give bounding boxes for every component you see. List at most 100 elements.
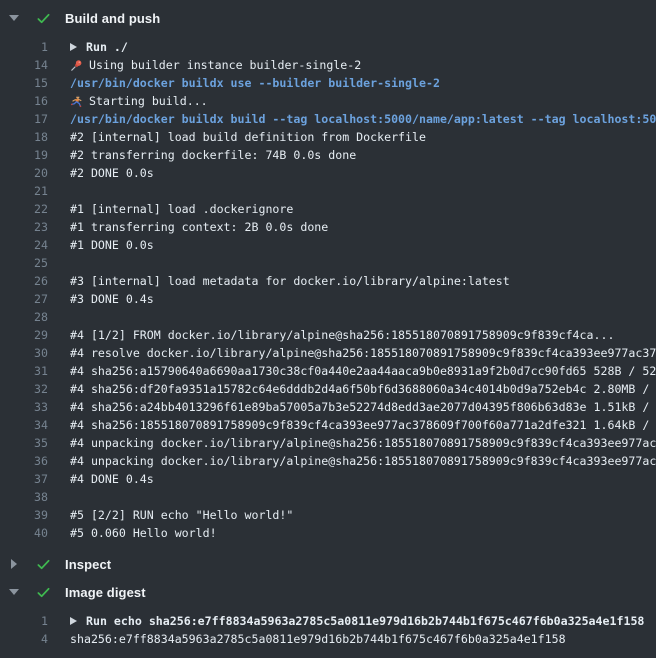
chevron-down-icon[interactable] (8, 15, 20, 21)
log-text (48, 308, 656, 326)
line-number[interactable]: 34 (0, 416, 48, 434)
log-line: 27#3 DONE 0.4s (0, 290, 656, 308)
line-number[interactable]: 38 (0, 488, 48, 506)
log-text[interactable]: Run echo sha256:e7ff8834a5963a2785c5a081… (48, 612, 656, 630)
line-number[interactable]: 19 (0, 146, 48, 164)
log-line: 34#4 sha256:185518070891758909c9f839cf4c… (0, 416, 656, 434)
log-text: Using builder instance builder-single-2 (48, 56, 656, 74)
log-text: #4 sha256:a15790640a6690aa1730c38cf0a440… (48, 362, 656, 380)
section-header-image-digest[interactable]: Image digest (0, 578, 656, 606)
line-number[interactable]: 14 (0, 56, 48, 74)
log-text (48, 488, 656, 506)
line-number[interactable]: 33 (0, 398, 48, 416)
log-line: 25 (0, 254, 656, 272)
line-number[interactable]: 1 (0, 612, 48, 630)
line-number[interactable]: 25 (0, 254, 48, 272)
log-line: 4sha256:e7ff8834a5963a2785c5a0811e979d16… (0, 630, 656, 648)
log-text: #4 resolve docker.io/library/alpine@sha2… (48, 344, 656, 362)
line-number[interactable]: 24 (0, 236, 48, 254)
step-section-build-and-push: Build and push 1Run ./14Using builder in… (0, 4, 656, 550)
log-line: 24#1 DONE 0.0s (0, 236, 656, 254)
log-text: #5 0.060 Hello world! (48, 524, 656, 542)
log-line: 17/usr/bin/docker buildx build --tag loc… (0, 110, 656, 128)
log-text: #3 DONE 0.4s (48, 290, 656, 308)
log-line: 38 (0, 488, 656, 506)
line-number[interactable]: 27 (0, 290, 48, 308)
log-text: #1 transferring context: 2B 0.0s done (48, 218, 656, 236)
log-text (48, 254, 656, 272)
line-number[interactable]: 1 (0, 38, 48, 56)
line-number[interactable]: 18 (0, 128, 48, 146)
success-check-icon (36, 585, 51, 600)
line-number[interactable]: 39 (0, 506, 48, 524)
log-line: 15/usr/bin/docker buildx use --builder b… (0, 74, 656, 92)
line-number[interactable]: 20 (0, 164, 48, 182)
log-line: 28 (0, 308, 656, 326)
log-line: 23#1 transferring context: 2B 0.0s done (0, 218, 656, 236)
line-number[interactable]: 35 (0, 434, 48, 452)
step-section-image-digest: Image digest 1Run echo sha256:e7ff8834a5… (0, 578, 656, 656)
log-line: 36#4 unpacking docker.io/library/alpine@… (0, 452, 656, 470)
log-line: 30#4 resolve docker.io/library/alpine@sh… (0, 344, 656, 362)
play-icon[interactable] (70, 43, 77, 51)
line-number[interactable]: 40 (0, 524, 48, 542)
section-title: Build and push (65, 11, 160, 26)
log-text: #4 sha256:185518070891758909c9f839cf4ca3… (48, 416, 656, 434)
log-text: #5 [2/2] RUN echo "Hello world!" (48, 506, 656, 524)
log-text: sha256:e7ff8834a5963a2785c5a0811e979d16b… (48, 630, 656, 648)
line-number[interactable]: 16 (0, 92, 48, 110)
line-number[interactable]: 31 (0, 362, 48, 380)
log-text: #4 [1/2] FROM docker.io/library/alpine@s… (48, 326, 656, 344)
log-text: #4 unpacking docker.io/library/alpine@sh… (48, 434, 656, 452)
log-text: #2 [internal] load build definition from… (48, 128, 656, 146)
log-text[interactable]: Run ./ (48, 38, 656, 56)
step-section-inspect: Inspect (0, 550, 656, 578)
section-header-inspect[interactable]: Inspect (0, 550, 656, 578)
line-number[interactable]: 15 (0, 74, 48, 92)
line-number[interactable]: 23 (0, 218, 48, 236)
log-line: 39#5 [2/2] RUN echo "Hello world!" (0, 506, 656, 524)
log-text: #3 [internal] load metadata for docker.i… (48, 272, 656, 290)
log-text: /usr/bin/docker buildx build --tag local… (48, 110, 656, 128)
success-check-icon (36, 11, 51, 26)
log-line: 22#1 [internal] load .dockerignore (0, 200, 656, 218)
line-number[interactable]: 22 (0, 200, 48, 218)
success-check-icon (36, 557, 51, 572)
line-number[interactable]: 36 (0, 452, 48, 470)
log-line: 1Run echo sha256:e7ff8834a5963a2785c5a08… (0, 612, 656, 630)
play-icon[interactable] (70, 617, 77, 625)
log-text: #4 unpacking docker.io/library/alpine@sh… (48, 452, 656, 470)
line-number[interactable]: 17 (0, 110, 48, 128)
line-number[interactable]: 28 (0, 308, 48, 326)
line-number[interactable]: 4 (0, 630, 48, 648)
log-line: 37#4 DONE 0.4s (0, 470, 656, 488)
line-number[interactable]: 26 (0, 272, 48, 290)
section-title: Image digest (65, 585, 146, 600)
line-number[interactable]: 30 (0, 344, 48, 362)
section-header-build-and-push[interactable]: Build and push (0, 4, 656, 32)
log-line: 33#4 sha256:a24bb4013296f61e89ba57005a7b… (0, 398, 656, 416)
line-number[interactable]: 37 (0, 470, 48, 488)
line-number[interactable]: 21 (0, 182, 48, 200)
log-text: #1 [internal] load .dockerignore (48, 200, 656, 218)
log-text: #4 sha256:a24bb4013296f61e89ba57005a7b3e… (48, 398, 656, 416)
line-number[interactable]: 32 (0, 380, 48, 398)
log-text: /usr/bin/docker buildx use --builder bui… (48, 74, 656, 92)
log-line: 16Starting build... (0, 92, 656, 110)
log-line: 14Using builder instance builder-single-… (0, 56, 656, 74)
log-line: 19#2 transferring dockerfile: 74B 0.0s d… (0, 146, 656, 164)
section-title: Inspect (65, 557, 111, 572)
chevron-down-icon[interactable] (8, 589, 20, 595)
log-line: 40#5 0.060 Hello world! (0, 524, 656, 542)
log-text: #2 DONE 0.0s (48, 164, 656, 182)
log-line: 20#2 DONE 0.0s (0, 164, 656, 182)
log-line: 32#4 sha256:df20fa9351a15782c64e6dddb2d4… (0, 380, 656, 398)
log-text: #4 sha256:df20fa9351a15782c64e6dddb2d4a6… (48, 380, 656, 398)
log-line: 29#4 [1/2] FROM docker.io/library/alpine… (0, 326, 656, 344)
log-line: 35#4 unpacking docker.io/library/alpine@… (0, 434, 656, 452)
line-number[interactable]: 29 (0, 326, 48, 344)
chevron-right-icon[interactable] (8, 559, 20, 569)
log-text (48, 182, 656, 200)
log-line: 31#4 sha256:a15790640a6690aa1730c38cf0a4… (0, 362, 656, 380)
log-text: Starting build... (48, 92, 656, 110)
